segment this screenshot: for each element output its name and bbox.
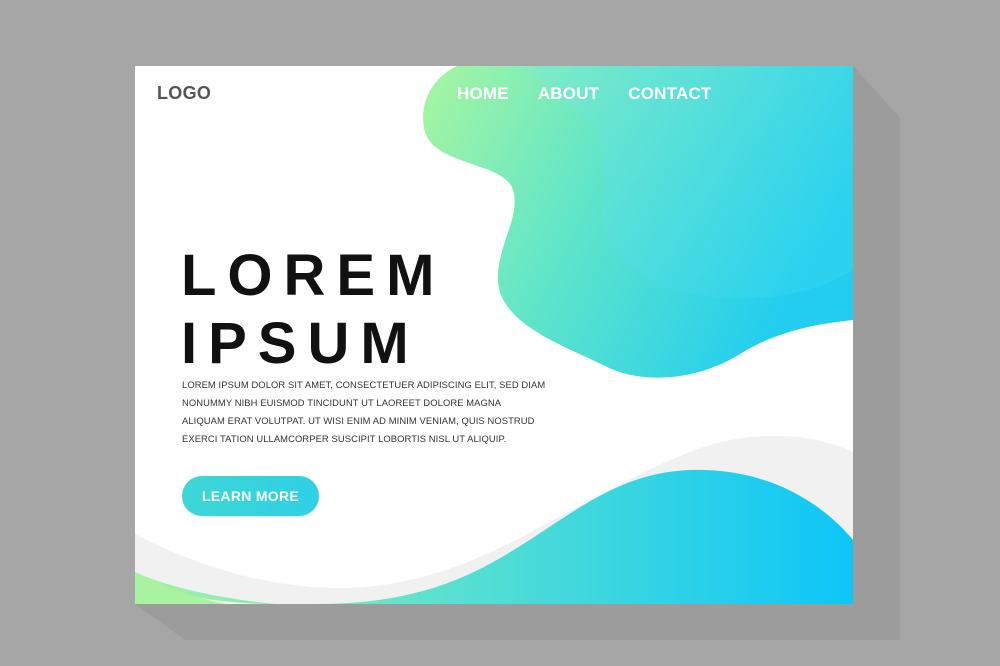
body-line-4: EXERCI TATION ULLAMCORPER SUSCIPIT LOBOR… — [182, 433, 507, 444]
stage: LOGO HOME ABOUT CONTACT LOREM IPSUM LORE… — [0, 0, 1000, 666]
main-nav: HOME ABOUT CONTACT — [457, 84, 741, 104]
hero-title: LOREM IPSUM — [181, 242, 445, 378]
learn-more-button[interactable]: LEARN MORE — [182, 476, 319, 516]
hero-title-line-1: LOREM — [181, 243, 446, 308]
hero-body-text: LOREM IPSUM DOLOR SIT AMET, CONSECTETUER… — [182, 376, 546, 448]
nav-home[interactable]: HOME — [457, 84, 509, 104]
hero-title-line-2: IPSUM — [181, 311, 420, 376]
logo[interactable]: LOGO — [157, 83, 211, 104]
body-line-2: NONUMMY NIBH EUISMOD TINCIDUNT UT LAOREE… — [182, 397, 502, 408]
body-line-1: LOREM IPSUM DOLOR SIT AMET, CONSECTETUER… — [182, 379, 546, 390]
landing-page: LOGO HOME ABOUT CONTACT LOREM IPSUM LORE… — [135, 66, 853, 604]
body-line-3: ALIQUAM ERAT VOLUTPAT. UT WISI ENIM AD M… — [182, 415, 535, 426]
nav-about[interactable]: ABOUT — [538, 84, 599, 104]
nav-contact[interactable]: CONTACT — [628, 84, 711, 104]
